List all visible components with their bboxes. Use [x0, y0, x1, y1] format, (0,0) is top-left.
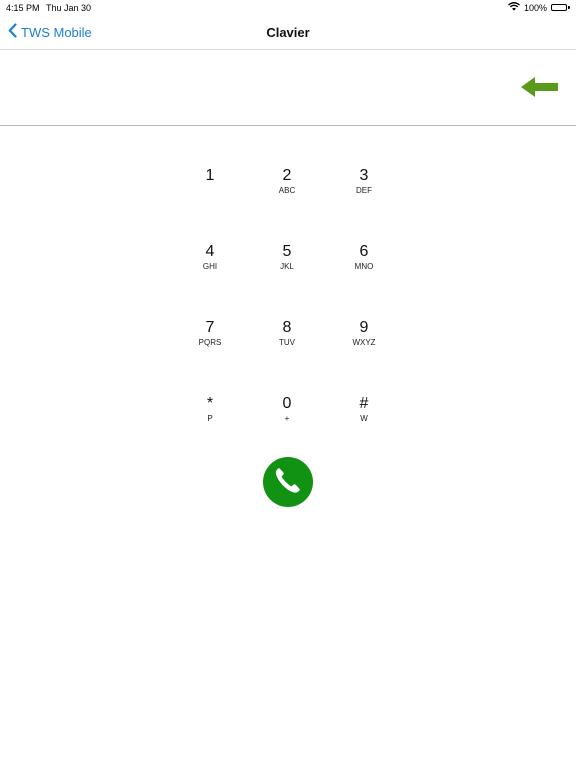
key-letters: TUV — [279, 338, 295, 347]
status-bar: 4:15 PM Thu Jan 30 100% — [0, 0, 576, 16]
key-digit: 4 — [205, 243, 215, 260]
key-8[interactable]: 8 TUV — [257, 319, 317, 375]
key-letters: MNO — [354, 262, 374, 271]
backspace-button[interactable] — [519, 74, 561, 100]
key-letters: PQRS — [198, 338, 222, 347]
key-digit: # — [359, 395, 369, 412]
key-hash[interactable]: # W — [334, 395, 394, 451]
key-letters: W — [360, 414, 368, 423]
key-3[interactable]: 3 DEF — [334, 167, 394, 223]
key-letters: DEF — [356, 186, 372, 195]
key-5[interactable]: 5 JKL — [257, 243, 317, 299]
status-date: Thu Jan 30 — [46, 3, 92, 13]
key-letters: JKL — [280, 262, 294, 271]
call-button[interactable] — [263, 457, 313, 507]
arrow-left-icon — [519, 77, 561, 104]
key-letters: WXYZ — [352, 338, 376, 347]
status-time: 4:15 PM — [6, 3, 40, 13]
key-digit: 0 — [282, 395, 292, 412]
battery-icon — [551, 4, 570, 11]
key-letters: P — [207, 414, 213, 423]
key-letters: + — [284, 414, 290, 423]
battery-percentage: 100% — [523, 2, 547, 13]
status-indicators: 100% — [508, 2, 570, 13]
key-letters: GHI — [202, 262, 218, 271]
key-digit: 7 — [205, 319, 215, 336]
phone-icon — [271, 463, 305, 502]
key-6[interactable]: 6 MNO — [334, 243, 394, 299]
key-digit: 5 — [282, 243, 292, 260]
key-9[interactable]: 9 WXYZ — [334, 319, 394, 375]
key-7[interactable]: 7 PQRS — [180, 319, 240, 375]
key-digit: 2 — [282, 167, 292, 184]
key-digit: 3 — [359, 167, 369, 184]
key-letters: ABC — [278, 186, 296, 195]
key-digit: * — [206, 395, 214, 412]
key-digit: 9 — [359, 319, 369, 336]
key-2[interactable]: 2 ABC — [257, 167, 317, 223]
page-title: Clavier — [266, 25, 310, 40]
key-0[interactable]: 0 + — [257, 395, 317, 451]
key-1[interactable]: 1 — [180, 167, 240, 223]
key-digit: 1 — [205, 167, 215, 184]
navigation-bar: TWS Mobile Clavier — [0, 16, 576, 50]
key-digit: 6 — [359, 243, 369, 260]
wifi-icon — [508, 2, 520, 13]
key-digit: 8 — [282, 319, 292, 336]
key-star[interactable]: * P — [180, 395, 240, 451]
key-4[interactable]: 4 GHI — [180, 243, 240, 299]
number-display[interactable] — [0, 51, 576, 126]
